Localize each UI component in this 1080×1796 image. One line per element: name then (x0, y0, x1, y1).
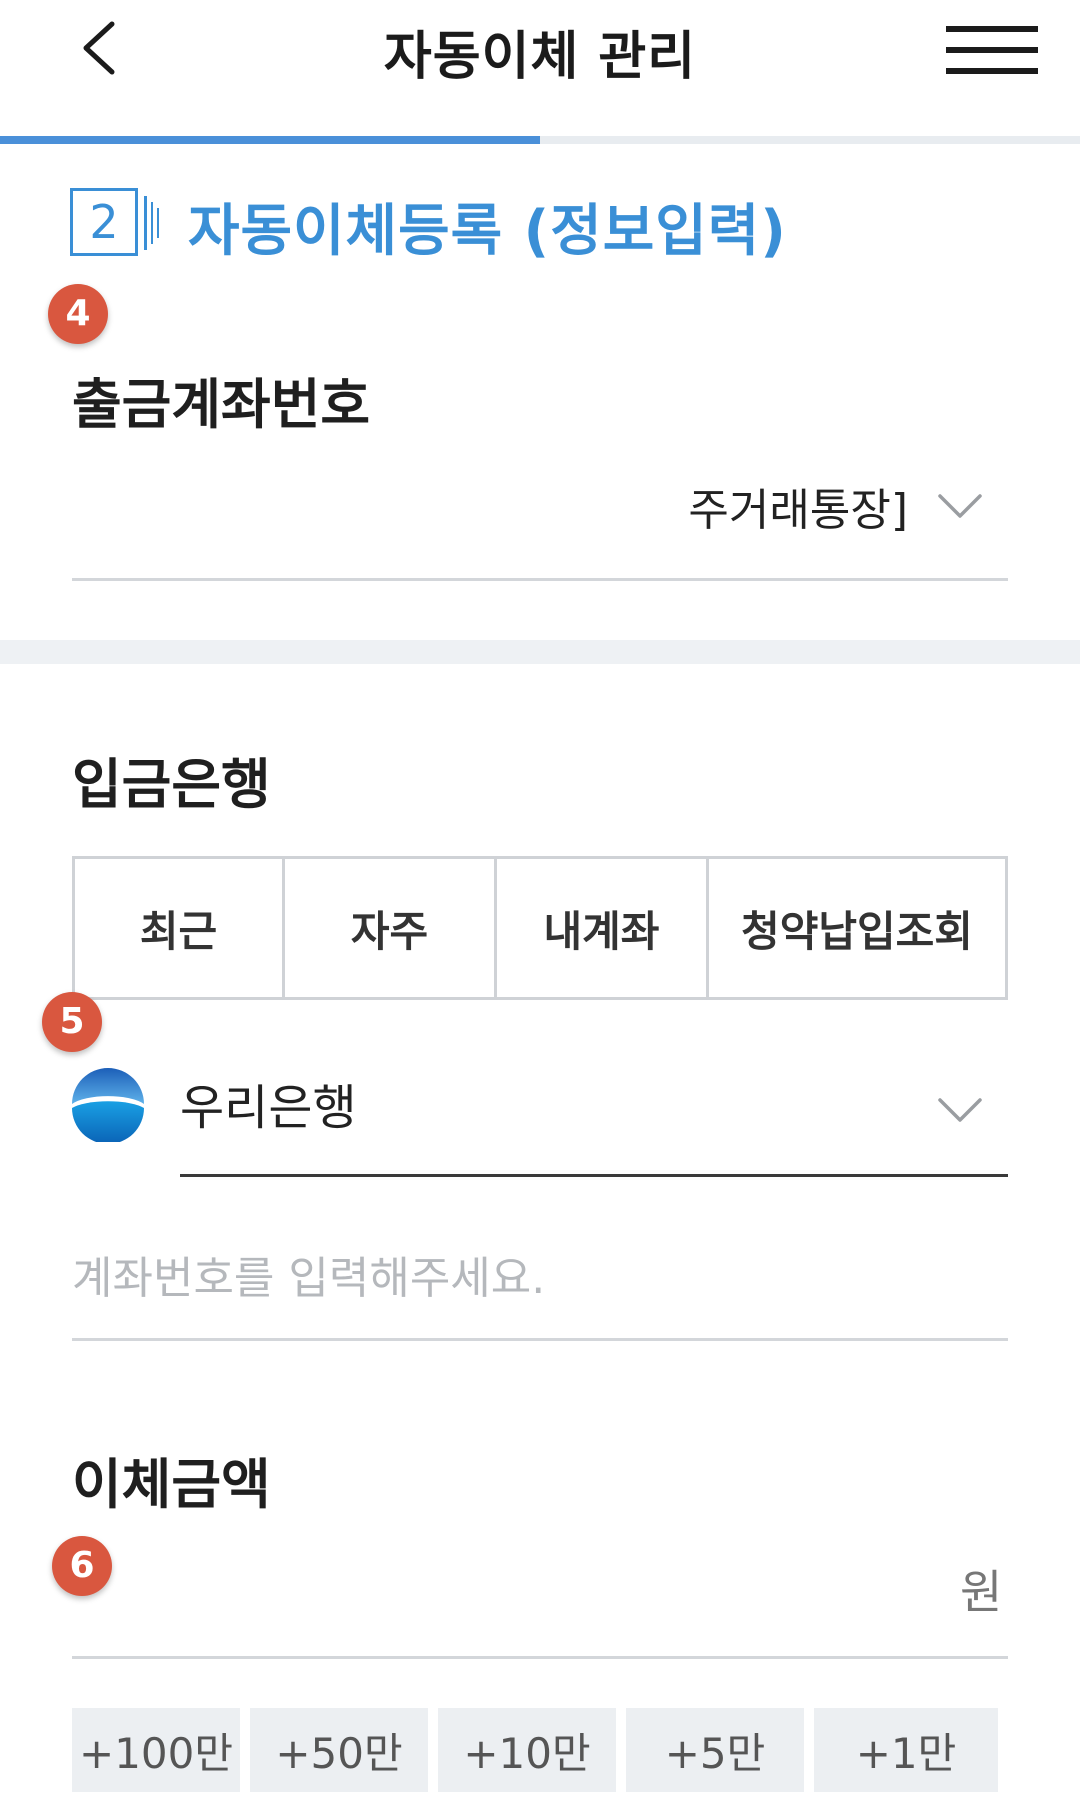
progress-bar (0, 136, 1080, 144)
amount-input[interactable] (140, 1540, 940, 1630)
step-badge-5: 5 (42, 992, 102, 1052)
tab-subscription-payment[interactable]: 청약납입조회 (709, 859, 1005, 997)
account-number-input[interactable] (72, 1238, 1008, 1318)
withdrawal-divider (72, 578, 1008, 581)
amount-input-underline (72, 1656, 1008, 1659)
withdrawal-account-select[interactable]: 주거래통장] (72, 460, 1008, 580)
transfer-amount-label: 이체금액 (72, 1453, 271, 1516)
bank-select-underline (180, 1174, 1008, 1177)
withdrawal-account-value: 주거래통장] (688, 485, 908, 536)
tab-my-accounts[interactable]: 내계좌 (497, 859, 709, 997)
bank-select[interactable]: 우리은행 (60, 1050, 1008, 1180)
add-50000-button[interactable]: +5만 (626, 1708, 804, 1792)
step-badge-6: 6 (52, 1536, 112, 1596)
section-separator (0, 640, 1080, 664)
withdrawal-account-label: 출금계좌번호 (72, 373, 371, 436)
hamburger-menu-icon[interactable] (942, 20, 1042, 80)
deposit-bank-label: 입금은행 (72, 753, 271, 816)
tab-frequent[interactable]: 자주 (285, 859, 497, 997)
add-500000-button[interactable]: +50만 (250, 1708, 428, 1792)
header: 자동이체 관리 (0, 0, 1080, 136)
add-100000-button[interactable]: +10만 (438, 1708, 616, 1792)
deposit-tabs: 최근 자주 내계좌 청약납입조회 (72, 856, 1008, 1000)
tab-recent[interactable]: 최근 (75, 859, 285, 997)
add-1000000-button[interactable]: +100만 (72, 1708, 240, 1792)
step-number-box: 2 (70, 188, 138, 256)
chevron-down-icon[interactable] (936, 492, 984, 520)
chevron-down-icon[interactable] (936, 1096, 984, 1124)
step-badge-4: 4 (48, 284, 108, 344)
currency-unit: 원 (960, 1565, 1003, 1619)
step-divider-icon (144, 196, 159, 250)
add-10000-button[interactable]: +1만 (814, 1708, 998, 1792)
woori-bank-logo-icon (71, 1067, 145, 1142)
step-title: 자동이체등록 (정보입력) (188, 199, 787, 264)
bank-name: 우리은행 (180, 1080, 357, 1136)
account-input-underline (72, 1338, 1008, 1341)
progress-bar-fill (0, 136, 540, 144)
page-title: 자동이체 관리 (383, 27, 697, 87)
